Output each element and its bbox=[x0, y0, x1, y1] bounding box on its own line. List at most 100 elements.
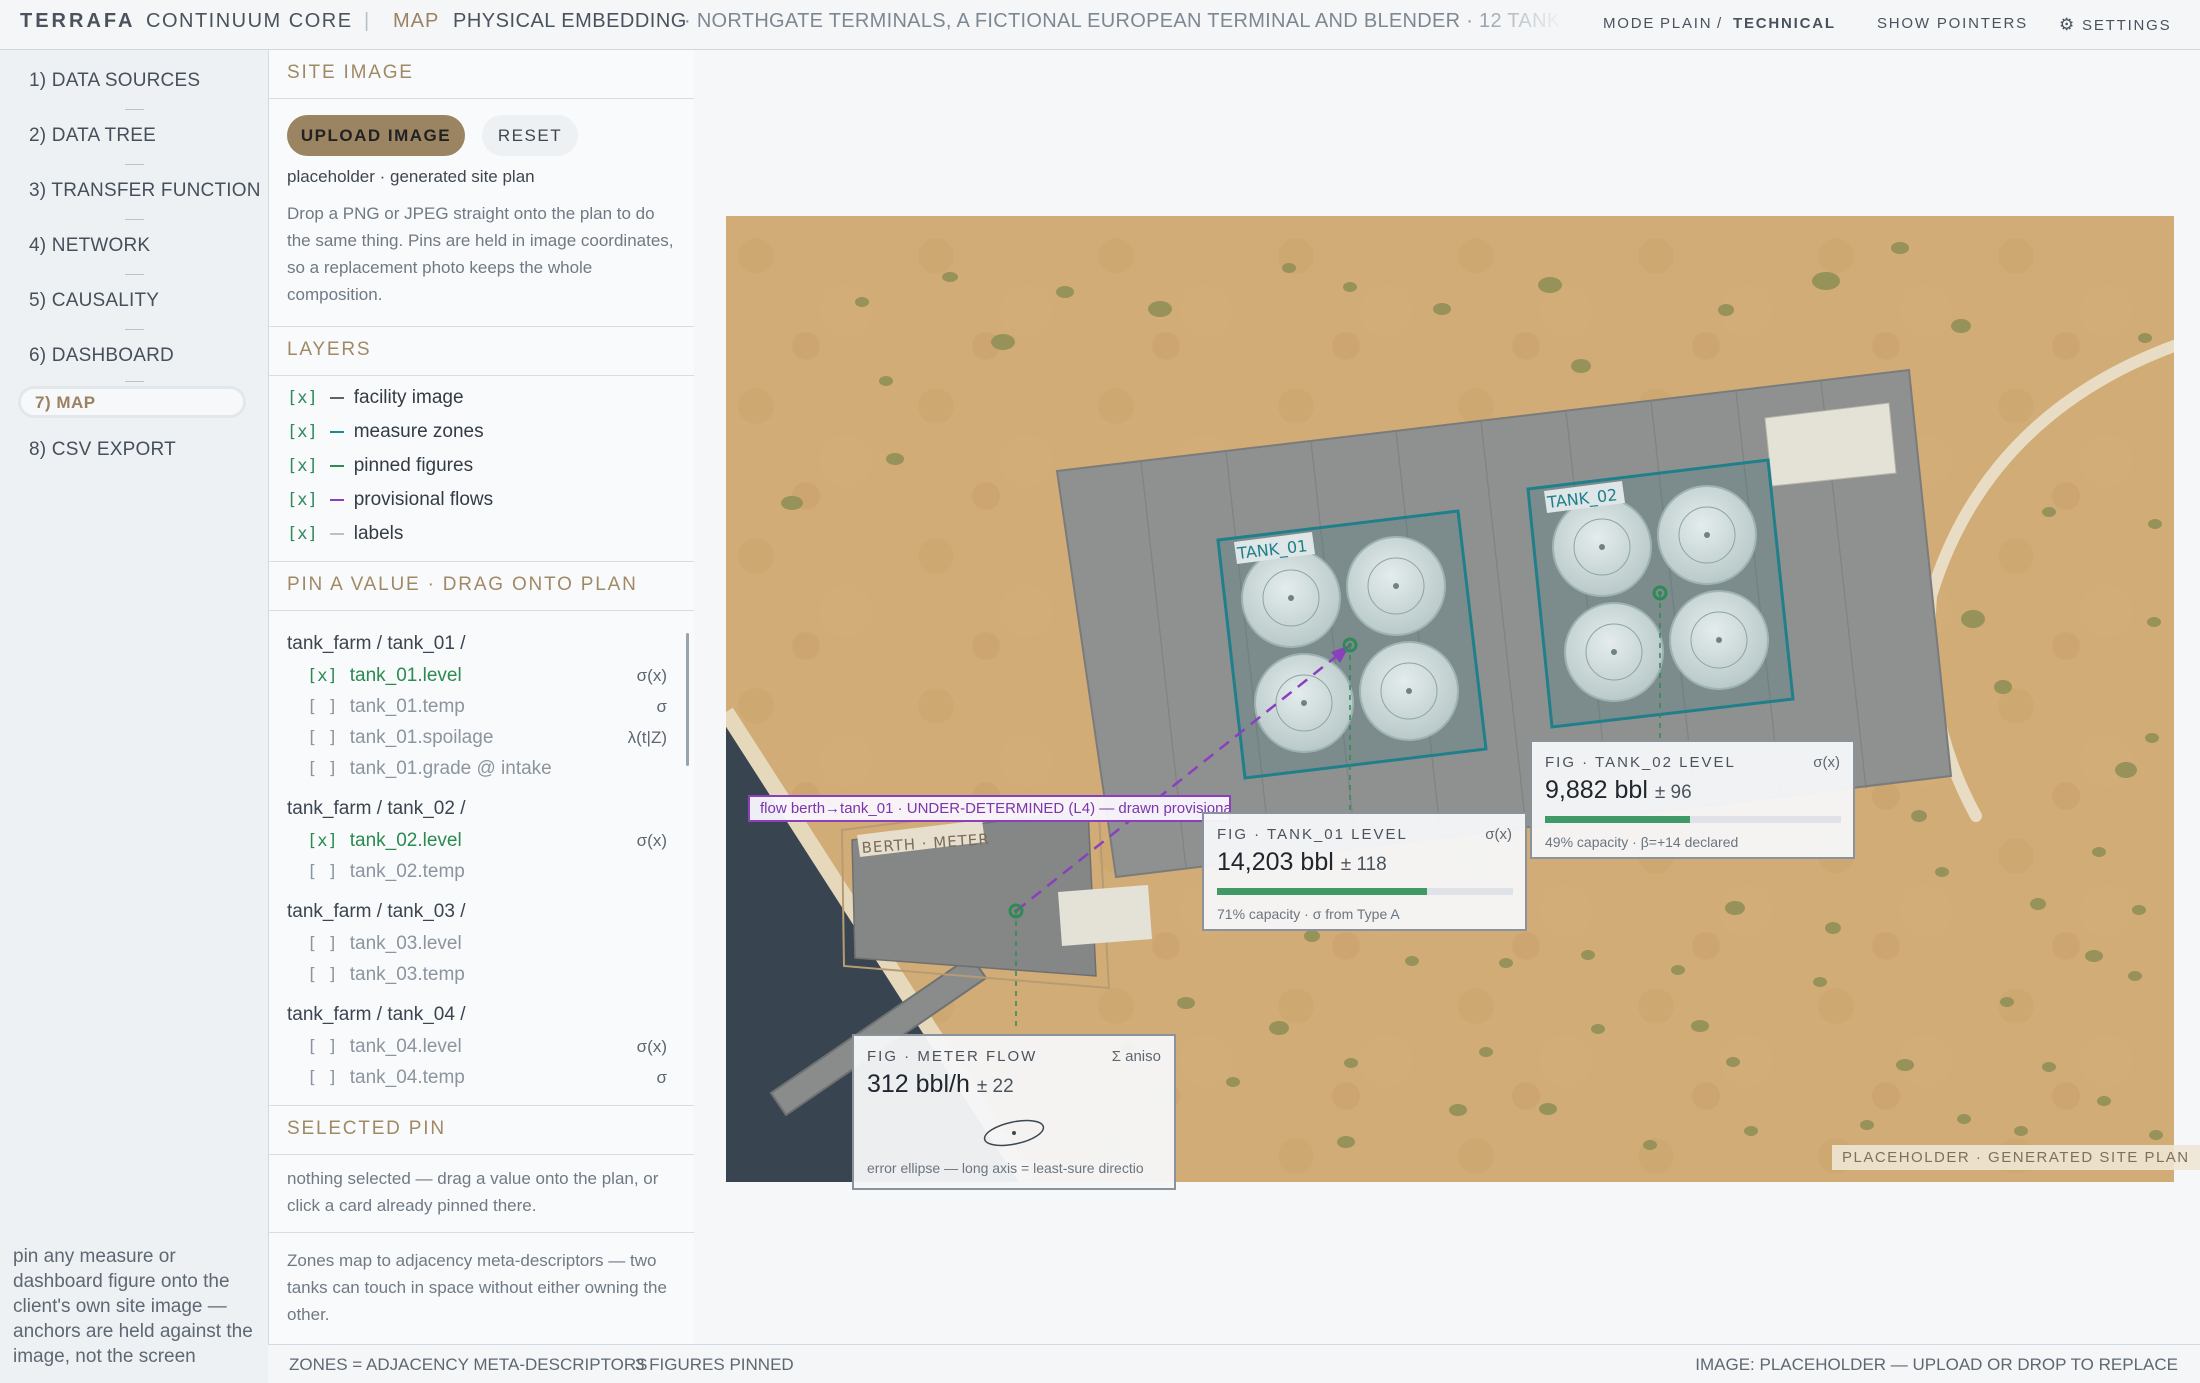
reset-button[interactable]: RESET bbox=[482, 115, 578, 156]
layer-checkbox[interactable]: [x] bbox=[287, 524, 318, 544]
tree-group-tank03: tank_farm / tank_03 / bbox=[287, 901, 466, 922]
tree-leaf-tank01-level[interactable]: [x] tank_01.level σ(x) bbox=[307, 665, 667, 687]
capacity-bar bbox=[1545, 816, 1841, 823]
brand-logo: TERRAFA bbox=[20, 10, 136, 32]
tree-leaf-tank04-temp[interactable]: [ ] tank_04.temp σ bbox=[307, 1067, 667, 1089]
tree-leaf-tank03-temp[interactable]: [ ] tank_03.temp bbox=[307, 964, 667, 986]
status-bar: ZONES = ADJACENCY META-DESCRIPTORS 3 FIG… bbox=[268, 1344, 2200, 1383]
leaf-checkbox[interactable]: [ ] bbox=[307, 728, 338, 748]
nav-item-data-tree[interactable]: 2) DATA TREE bbox=[29, 125, 156, 147]
nav-item-causality[interactable]: 5) CAUSALITY bbox=[29, 290, 159, 312]
capacity-fill bbox=[1545, 816, 1691, 823]
card-sigma: σ(x) bbox=[1485, 826, 1512, 843]
nav-divider bbox=[125, 329, 144, 330]
figure-card-tank01[interactable]: FIG · TANK_01 LEVEL σ(x) 14,203 bbl ± 11… bbox=[1202, 812, 1527, 931]
nav-item-csv-export[interactable]: 8) CSV EXPORT bbox=[29, 439, 176, 461]
section-title: PIN A VALUE · DRAG ONTO PLAN bbox=[287, 574, 638, 595]
card-value-number: 9,882 bbl bbox=[1545, 776, 1648, 804]
layer-swatch bbox=[329, 532, 344, 535]
side-panel: SITE IMAGE UPLOAD IMAGE RESET placeholde… bbox=[268, 50, 695, 1344]
tree-scrollbar[interactable] bbox=[686, 633, 689, 766]
leaf-checkbox[interactable]: [ ] bbox=[307, 1037, 338, 1057]
section-title: LAYERS bbox=[287, 339, 372, 360]
site-image-header: SITE IMAGE bbox=[269, 50, 694, 99]
show-pointers-button[interactable]: SHOW POINTERS bbox=[1877, 15, 2028, 32]
layer-label: measure zones bbox=[353, 421, 484, 442]
berth-building bbox=[1058, 885, 1152, 946]
nav-item-transfer-function[interactable]: 3) TRANSFER FUNCTION bbox=[29, 180, 261, 202]
leaf-checkbox[interactable]: [ ] bbox=[307, 965, 338, 985]
nav-divider bbox=[125, 381, 144, 382]
status-image: IMAGE: PLACEHOLDER — UPLOAD OR DROP TO R… bbox=[1695, 1355, 2178, 1374]
card-note: 49% capacity · β=+14 declared bbox=[1545, 834, 1739, 850]
tree-leaf-tank01-temp[interactable]: [ ] tank_01.temp σ bbox=[307, 696, 667, 718]
card-value-error: ± 96 bbox=[1654, 782, 1692, 803]
tree-leaf-tank02-level[interactable]: [x] tank_02.level σ(x) bbox=[307, 830, 667, 852]
nav-divider bbox=[125, 219, 144, 220]
layers-header: LAYERS bbox=[269, 326, 694, 376]
upload-image-button[interactable]: UPLOAD IMAGE bbox=[287, 115, 465, 156]
settings-label: SETTINGS bbox=[2082, 17, 2172, 34]
card-value: 9,882 bbl ± 96 bbox=[1545, 776, 1692, 805]
top-bar: TERRAFA CONTINUUM CORE | MAP PHYSICAL EM… bbox=[0, 0, 2200, 50]
layer-checkbox[interactable]: [x] bbox=[287, 388, 318, 408]
mode-plain-toggle[interactable]: PLAIN bbox=[1660, 15, 1712, 32]
image-source: placeholder · generated site plan bbox=[287, 167, 535, 186]
layer-swatch bbox=[329, 498, 344, 501]
card-value-error: ± 118 bbox=[1340, 854, 1387, 875]
layer-labels[interactable]: [x] labels bbox=[287, 523, 403, 545]
nav-item-data-sources[interactable]: 1) DATA SOURCES bbox=[29, 70, 200, 92]
layer-pinned-figures[interactable]: [x] pinned figures bbox=[287, 455, 473, 477]
tree-leaf-tank01-grade[interactable]: [ ] tank_01.grade @ intake bbox=[307, 758, 667, 780]
leaf-checkbox[interactable]: [ ] bbox=[307, 862, 338, 882]
leaf-label: tank_04.temp bbox=[349, 1067, 465, 1088]
nav-item-map-label: 7) MAP bbox=[35, 393, 96, 412]
flow-label[interactable]: flow berth→tank_01 · UNDER-DETERMINED (L… bbox=[748, 795, 1231, 822]
card-title: FIG · TANK_02 LEVEL bbox=[1545, 754, 1736, 771]
mode-technical-toggle[interactable]: TECHNICAL bbox=[1733, 15, 1836, 32]
card-title: FIG · TANK_01 LEVEL bbox=[1217, 826, 1408, 843]
leaf-label: tank_03.level bbox=[349, 933, 462, 954]
leaf-label: tank_01.level bbox=[349, 665, 462, 686]
tree-leaf-tank02-temp[interactable]: [ ] tank_02.temp bbox=[307, 861, 667, 883]
leaf-checkbox[interactable]: [x] bbox=[307, 831, 338, 851]
tree-leaf-tank03-level[interactable]: [ ] tank_03.level bbox=[307, 933, 667, 955]
tree-leaf-tank01-spoilage[interactable]: [ ] tank_01.spoilage λ(t|Z) bbox=[307, 727, 667, 749]
zones-note: Zones map to adjacency meta-descriptors … bbox=[287, 1251, 667, 1324]
tree-leaf-tank04-level[interactable]: [ ] tank_04.level σ(x) bbox=[307, 1036, 667, 1058]
leaf-checkbox[interactable]: [ ] bbox=[307, 697, 338, 717]
leaf-label: tank_02.temp bbox=[349, 861, 465, 882]
nav-item-network[interactable]: 4) NETWORK bbox=[29, 235, 150, 257]
leaf-label: tank_01.spoilage bbox=[349, 727, 494, 748]
layer-swatch bbox=[329, 464, 344, 467]
breadcrumb-map[interactable]: MAP bbox=[393, 10, 439, 33]
layer-measure-zones[interactable]: [x] measure zones bbox=[287, 421, 484, 443]
layer-facility-image[interactable]: [x] facility image bbox=[287, 387, 464, 409]
selected-pin-header: SELECTED PIN bbox=[269, 1105, 694, 1155]
leaf-checkbox[interactable]: [ ] bbox=[307, 934, 338, 954]
layer-checkbox[interactable]: [x] bbox=[287, 422, 318, 442]
leaf-label: tank_03.temp bbox=[349, 964, 465, 985]
layer-checkbox[interactable]: [x] bbox=[287, 456, 318, 476]
figure-card-meter[interactable]: FIG · METER FLOW Σ aniso 312 bbl/h ± 22 … bbox=[852, 1034, 1176, 1190]
layer-checkbox[interactable]: [x] bbox=[287, 490, 318, 510]
pin-value-header: PIN A VALUE · DRAG ONTO PLAN bbox=[269, 561, 694, 611]
leaf-checkbox[interactable]: [ ] bbox=[307, 1068, 338, 1088]
card-value-number: 312 bbl/h bbox=[867, 1070, 970, 1098]
image-help: Drop a PNG or JPEG straight onto the pla… bbox=[287, 204, 674, 304]
leaf-checkbox[interactable]: [x] bbox=[307, 666, 338, 686]
breadcrumb-separator: | bbox=[364, 10, 370, 32]
nav-item-map[interactable]: 7) MAP bbox=[18, 386, 246, 418]
leaf-checkbox[interactable]: [ ] bbox=[307, 759, 338, 779]
nav-divider bbox=[125, 164, 144, 165]
layer-swatch bbox=[329, 430, 344, 433]
layer-provisional-flows[interactable]: [x] provisional flows bbox=[287, 489, 493, 511]
nav-item-dashboard[interactable]: 6) DASHBOARD bbox=[29, 345, 174, 367]
card-value: 312 bbl/h ± 22 bbox=[867, 1070, 1014, 1099]
figure-card-tank02[interactable]: FIG · TANK_02 LEVEL σ(x) 9,882 bbl ± 96 … bbox=[1530, 740, 1855, 859]
capacity-fill bbox=[1217, 888, 1428, 895]
leaf-label: tank_01.temp bbox=[349, 696, 465, 717]
nav-divider bbox=[125, 109, 144, 110]
settings-button[interactable]: ⚙ SETTINGS bbox=[2059, 15, 2171, 35]
tree-group-tank01: tank_farm / tank_01 / bbox=[287, 633, 466, 654]
